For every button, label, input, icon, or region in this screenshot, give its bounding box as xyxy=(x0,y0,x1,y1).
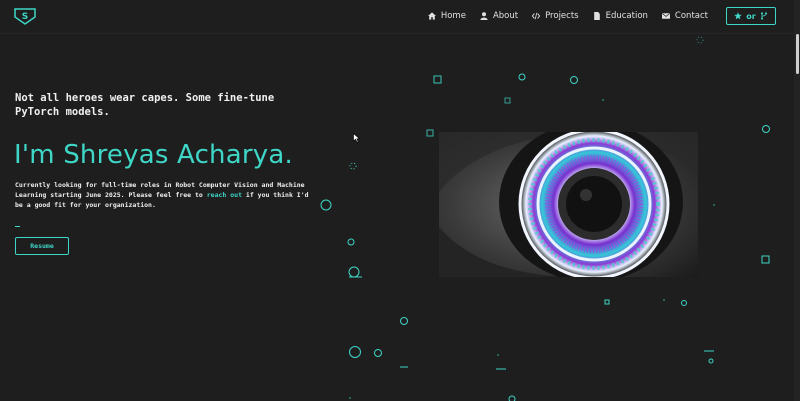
nav-projects[interactable]: Projects xyxy=(532,11,579,21)
nav-home-label: Home xyxy=(440,11,466,21)
mouse-cursor-icon xyxy=(353,133,361,143)
scrollbar[interactable] xyxy=(794,0,800,401)
logo-letter: S xyxy=(22,12,28,22)
logo[interactable]: S xyxy=(13,6,37,26)
hero-eye-image xyxy=(439,132,698,277)
nav-contact[interactable]: Contact xyxy=(661,11,708,21)
nav-education[interactable]: Education xyxy=(593,11,648,21)
navbar: S Home About Projects Education Contact … xyxy=(0,0,794,34)
user-icon xyxy=(480,12,488,20)
shield-logo-icon: S xyxy=(14,8,36,25)
hero-tagline: Not all heroes wear capes. Some fine-tun… xyxy=(15,92,275,118)
star-icon xyxy=(734,12,743,20)
hero-name: I'm Shreyas Acharya. xyxy=(14,140,293,170)
reach-out-link[interactable]: reach out xyxy=(207,191,242,199)
nav-menu: Home About Projects Education Contact or xyxy=(414,7,776,25)
resume-button[interactable]: Resume xyxy=(15,237,69,255)
nav-about-label: About xyxy=(492,11,519,21)
cursor-dash xyxy=(15,226,20,227)
fork-icon xyxy=(760,12,767,20)
code-icon xyxy=(532,12,541,20)
hero-intro: Currently looking for full-time roles in… xyxy=(15,180,315,210)
envelope-icon xyxy=(661,13,670,19)
eye-illustration xyxy=(439,132,698,277)
file-icon xyxy=(593,12,600,20)
nav-education-label: Education xyxy=(605,11,648,21)
nav-contact-label: Contact xyxy=(674,11,708,21)
nav-about[interactable]: About xyxy=(480,11,518,21)
scrollbar-thumb[interactable] xyxy=(796,34,799,74)
github-star-button[interactable]: or xyxy=(726,7,776,25)
star-button-label: or xyxy=(746,11,756,21)
nav-home[interactable]: Home xyxy=(427,11,466,21)
nav-projects-label: Projects xyxy=(545,11,579,21)
home-icon xyxy=(427,12,436,20)
